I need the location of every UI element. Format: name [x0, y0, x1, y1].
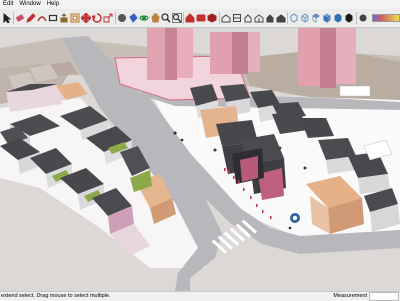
rectangle-tool-button[interactable] — [48, 12, 58, 24]
zoom-extents-icon — [171, 13, 182, 23]
toolbar-separator — [183, 12, 184, 24]
arc-tool-button[interactable] — [37, 12, 47, 24]
left-view-button[interactable] — [276, 12, 286, 24]
shaded-cube-icon — [323, 13, 332, 23]
pushpull-icon — [60, 13, 68, 23]
tower-block-left — [147, 28, 193, 80]
status-hint: extend select. Drag mouse to select mult… — [1, 293, 111, 299]
tape-tool-button[interactable] — [117, 12, 127, 24]
status-bar: extend select. Drag mouse to select mult… — [0, 291, 400, 301]
warehouse-tool-button[interactable] — [185, 12, 195, 24]
measurement-input[interactable] — [369, 291, 399, 301]
hand-icon — [151, 13, 160, 23]
zoom-extents-tool-button[interactable] — [171, 12, 182, 24]
warehouse-icon — [185, 13, 195, 23]
menu-bar: Edit Window Help — [0, 0, 400, 9]
textured-cube-icon — [334, 13, 342, 23]
toolbar-separator — [287, 12, 288, 24]
house-back-icon — [266, 14, 274, 23]
eraser-tool-button[interactable] — [15, 12, 25, 24]
house-left-icon — [276, 14, 286, 23]
right-view-button[interactable] — [254, 12, 264, 24]
orbit-tool-button[interactable] — [139, 12, 149, 24]
hidden-line-style-button[interactable] — [311, 12, 321, 24]
tower-block-middle — [210, 32, 260, 74]
iso-view-button[interactable] — [221, 12, 231, 24]
rectangle-icon — [48, 14, 58, 22]
offset-tool-button[interactable] — [70, 12, 80, 24]
paint-tool-button[interactable] — [128, 12, 138, 24]
pan-tool-button[interactable] — [150, 12, 160, 24]
extension-tool-button[interactable] — [196, 12, 206, 24]
textured-style-button[interactable] — [333, 12, 343, 24]
scale-tool-button[interactable] — [103, 12, 113, 24]
wireframe-cube-icon — [302, 13, 309, 23]
xray-cube-icon — [290, 13, 298, 23]
zoom-tool-button[interactable] — [161, 12, 171, 24]
house-iso-icon — [221, 14, 231, 23]
component-tool-button[interactable] — [207, 12, 217, 24]
rotate-tool-button[interactable] — [92, 12, 102, 24]
mono-cube-icon — [345, 13, 353, 23]
move-icon — [81, 13, 92, 23]
house-top-icon — [232, 14, 241, 22]
shadow-toggle-button[interactable] — [358, 12, 368, 24]
house-right-icon — [254, 14, 264, 23]
toolbar-separator — [13, 12, 14, 24]
model-scene — [0, 28, 400, 291]
top-view-button[interactable] — [232, 12, 242, 24]
orbit-icon — [139, 15, 149, 21]
xray-style-button[interactable] — [289, 12, 299, 24]
tower-block-right — [298, 28, 356, 88]
extension-icon — [196, 14, 206, 22]
pushpull-tool-button[interactable] — [59, 12, 69, 24]
measurement-label: Measurement — [333, 293, 367, 299]
front-view-button[interactable] — [243, 12, 253, 24]
move-tool-button[interactable] — [81, 12, 92, 24]
paint-bucket-icon — [129, 13, 138, 23]
magnifier-icon — [161, 13, 171, 23]
shadow-time-slider[interactable] — [371, 14, 400, 22]
select-tool-button[interactable] — [2, 12, 12, 24]
offset-icon — [70, 13, 80, 23]
pencil-icon — [26, 13, 36, 23]
back-view-button[interactable] — [265, 12, 275, 24]
wireframe-style-button[interactable] — [300, 12, 310, 24]
model-viewport[interactable] — [0, 28, 400, 291]
menu-window[interactable]: Window — [16, 0, 43, 9]
main-toolbar — [0, 9, 400, 28]
sun-shadow-icon — [359, 14, 367, 22]
toolbar-separator — [218, 12, 220, 24]
toolbar-separator — [355, 12, 357, 24]
component-icon — [207, 13, 217, 23]
menu-help[interactable]: Help — [44, 0, 62, 9]
monochrome-style-button[interactable] — [344, 12, 354, 24]
scale-icon — [103, 13, 113, 23]
tower-annex — [339, 85, 371, 97]
hidden-cube-icon — [312, 13, 321, 23]
arc-icon — [37, 16, 47, 22]
line-tool-button[interactable] — [26, 12, 36, 24]
rotate-icon — [92, 13, 102, 23]
menu-edit[interactable]: Edit — [0, 0, 16, 9]
shaded-style-button[interactable] — [322, 12, 332, 24]
house-front-icon — [244, 14, 252, 23]
toolbar-separator — [114, 12, 116, 24]
eraser-icon — [15, 14, 25, 22]
tape-icon — [117, 14, 126, 22]
arrow-icon — [3, 13, 11, 23]
